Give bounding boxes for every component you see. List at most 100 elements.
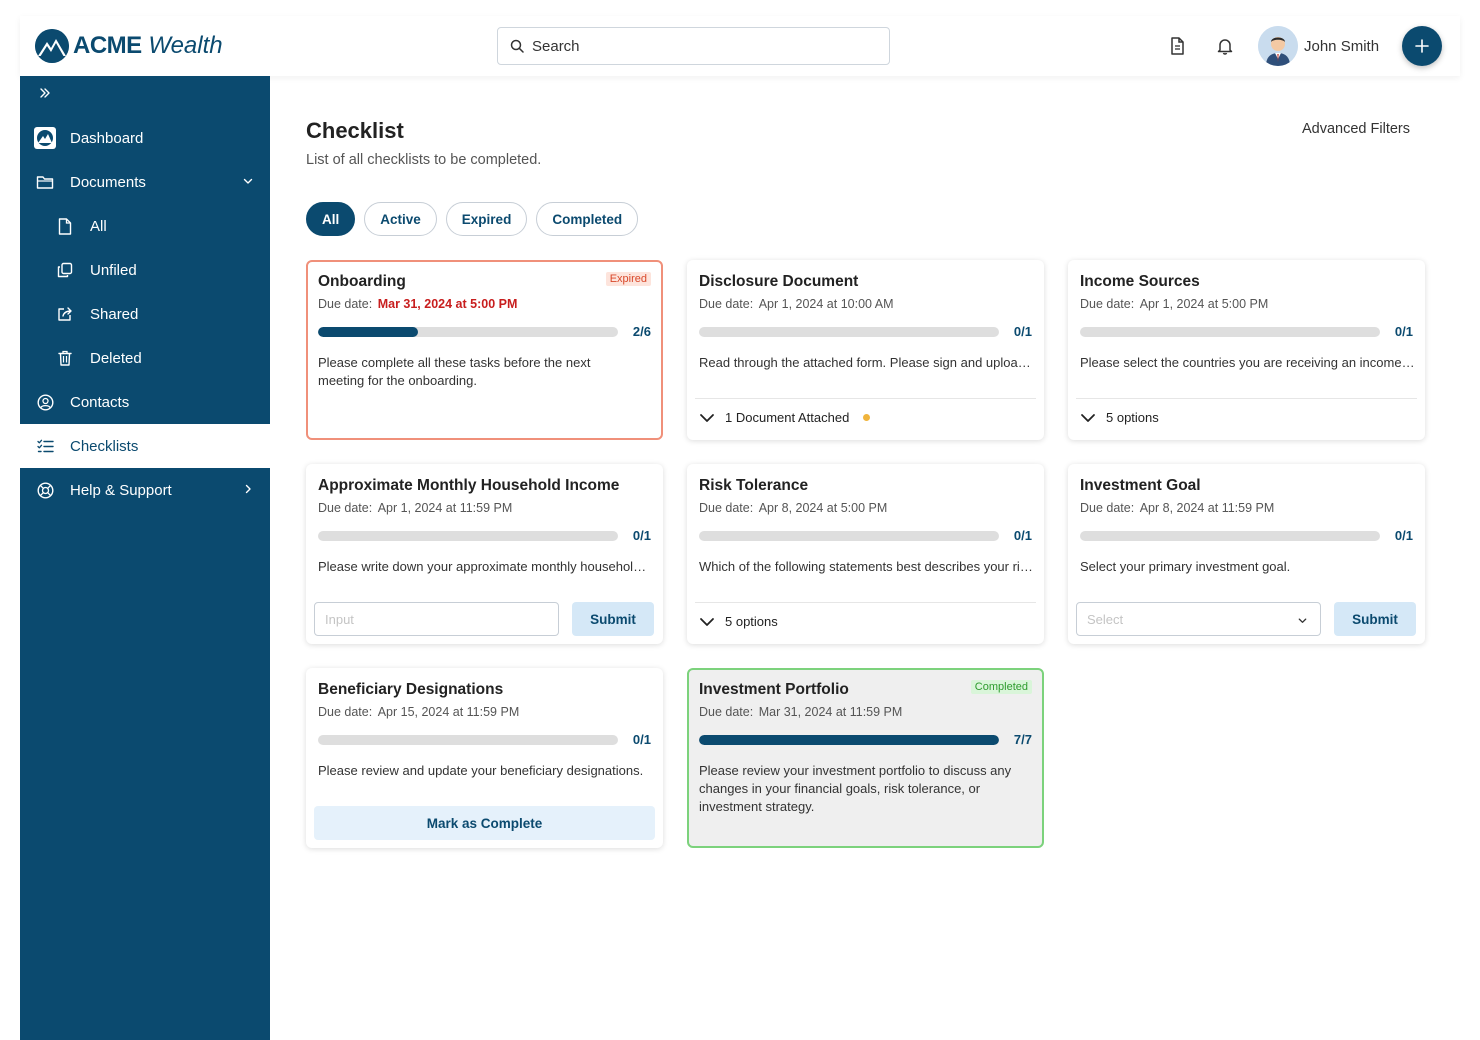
user-menu[interactable]: John Smith bbox=[1258, 26, 1379, 66]
expander-label: 5 options bbox=[725, 614, 778, 629]
tab-active[interactable]: Active bbox=[364, 202, 437, 236]
due-label: Due date: bbox=[699, 297, 754, 311]
chevron-down-icon bbox=[1081, 413, 1095, 422]
card-title: Income Sources bbox=[1080, 273, 1200, 290]
submit-button[interactable]: Submit bbox=[1334, 602, 1416, 636]
user-name: John Smith bbox=[1304, 37, 1380, 55]
progress-count: 0/1 bbox=[632, 732, 651, 747]
sidebar-item-dashboard[interactable]: Dashboard bbox=[20, 116, 270, 160]
status-badge: Expired bbox=[605, 272, 651, 286]
card-title: Investment Goal bbox=[1080, 477, 1201, 494]
card-title: Approximate Monthly Household Income bbox=[318, 477, 620, 494]
card-due-date: Due date: Apr 1, 2024 at 10:00 AM bbox=[699, 297, 894, 311]
due-label: Due date: bbox=[318, 501, 373, 515]
income-input[interactable] bbox=[314, 602, 559, 636]
checklist-card-income-sources[interactable]: Income Sources Due date: Apr 1, 2024 at … bbox=[1068, 260, 1425, 440]
folder-icon bbox=[35, 172, 55, 192]
sidebar-item-checklists[interactable]: Checklists bbox=[20, 424, 270, 468]
progress-bar bbox=[318, 531, 618, 541]
logo[interactable]: ACME Wealth bbox=[35, 29, 223, 63]
progress-count: 0/1 bbox=[1013, 528, 1032, 543]
due-label: Due date: bbox=[1080, 501, 1135, 515]
file-icon bbox=[55, 216, 75, 236]
document-icon[interactable] bbox=[1165, 34, 1189, 58]
sidebar-item-deleted[interactable]: Deleted bbox=[20, 336, 270, 380]
sidebar-item-all[interactable]: All bbox=[20, 204, 270, 248]
sidebar-item-help-support[interactable]: Help & Support bbox=[20, 468, 270, 512]
checklist-card-monthly-income[interactable]: Approximate Monthly Household Income Due… bbox=[306, 464, 663, 644]
checklist-card-investment-goal[interactable]: Investment Goal Due date: Apr 8, 2024 at… bbox=[1068, 464, 1425, 644]
top-header: ACME Wealth Search John Smith bbox=[20, 16, 1460, 76]
avatar bbox=[1258, 26, 1298, 66]
checklist-card-disclosure-document[interactable]: Disclosure Document Due date: Apr 1, 202… bbox=[687, 260, 1044, 440]
card-due-date: Due date: Mar 31, 2024 at 5:00 PM bbox=[318, 297, 517, 311]
sidebar-item-label: Dashboard bbox=[70, 129, 144, 147]
due-label: Due date: bbox=[699, 705, 754, 719]
copy-icon bbox=[55, 260, 75, 280]
sidebar-item-label: Contacts bbox=[70, 393, 130, 411]
card-title: Disclosure Document bbox=[699, 273, 859, 290]
progress-fill bbox=[318, 327, 418, 337]
expander-label: 5 options bbox=[1106, 410, 1159, 425]
card-title: Beneficiary Designations bbox=[318, 681, 504, 698]
card-description: Please review and update your beneficiar… bbox=[318, 763, 644, 778]
chevron-down-icon bbox=[242, 174, 254, 191]
progress-count: 7/7 bbox=[1013, 732, 1032, 747]
sidebar-item-contacts[interactable]: Contacts bbox=[20, 380, 270, 424]
card-description: Please select the countries you are rece… bbox=[1080, 355, 1415, 370]
search-placeholder: Search bbox=[532, 37, 580, 55]
progress-bar bbox=[318, 735, 618, 745]
tab-expired[interactable]: Expired bbox=[445, 202, 528, 236]
card-description: Please complete all these tasks before t… bbox=[318, 355, 591, 388]
divider bbox=[695, 602, 1036, 603]
sidebar-item-label: Shared bbox=[90, 305, 139, 323]
mark-as-complete-button[interactable]: Mark as Complete bbox=[314, 806, 655, 840]
filter-tabs: All Active Expired Completed bbox=[306, 202, 647, 236]
card-description: Read through the attached form. Please s… bbox=[699, 355, 1034, 370]
sidebar-item-shared[interactable]: Shared bbox=[20, 292, 270, 336]
select-placeholder: Select bbox=[1087, 611, 1124, 627]
card-due-date: Due date: Apr 8, 2024 at 11:59 PM bbox=[1080, 501, 1274, 515]
due-label: Due date: bbox=[1080, 297, 1135, 311]
advanced-filters-button[interactable]: Advanced Filters bbox=[1302, 121, 1410, 137]
sidebar: Dashboard Documents All Unfiled Shared D… bbox=[20, 76, 270, 1040]
sidebar-item-label: Deleted bbox=[90, 349, 142, 367]
double-chevron-right-icon bbox=[40, 88, 50, 98]
dashboard-logo-icon bbox=[34, 127, 56, 149]
checklist-card-investment-portfolio[interactable]: Investment Portfolio Completed Due date:… bbox=[687, 668, 1044, 848]
checklist-card-onboarding[interactable]: Onboarding Expired Due date: Mar 31, 202… bbox=[306, 260, 663, 440]
bell-icon[interactable] bbox=[1213, 34, 1237, 58]
add-button[interactable] bbox=[1402, 26, 1442, 66]
progress-bar bbox=[318, 327, 618, 337]
due-value: Apr 1, 2024 at 10:00 AM bbox=[758, 297, 894, 311]
logo-wordmark-italic: Wealth bbox=[148, 32, 223, 59]
due-label: Due date: bbox=[318, 297, 373, 311]
mountain-logo-icon bbox=[35, 29, 69, 63]
page-subtitle: List of all checklists to be completed. bbox=[306, 152, 542, 168]
due-label: Due date: bbox=[699, 501, 754, 515]
progress-count: 0/1 bbox=[1394, 324, 1413, 339]
due-value: Apr 1, 2024 at 5:00 PM bbox=[1139, 297, 1269, 311]
checklist-card-risk-tolerance[interactable]: Risk Tolerance Due date: Apr 8, 2024 at … bbox=[687, 464, 1044, 644]
progress-count: 0/1 bbox=[632, 528, 651, 543]
goal-select[interactable]: Select bbox=[1076, 602, 1321, 636]
tab-all[interactable]: All bbox=[306, 202, 356, 236]
attachment-status-dot bbox=[863, 414, 871, 421]
sidebar-item-unfiled[interactable]: Unfiled bbox=[20, 248, 270, 292]
search-input[interactable]: Search bbox=[497, 27, 890, 65]
sidebar-item-documents[interactable]: Documents bbox=[20, 160, 270, 204]
options-expander[interactable]: 5 options bbox=[1080, 410, 1159, 425]
sidebar-item-label: Checklists bbox=[70, 437, 139, 455]
trash-icon bbox=[55, 348, 75, 368]
chevron-down-icon bbox=[700, 413, 714, 422]
lifebuoy-icon bbox=[35, 480, 55, 500]
submit-button[interactable]: Submit bbox=[572, 602, 654, 636]
options-expander[interactable]: 5 options bbox=[699, 614, 778, 629]
tab-completed[interactable]: Completed bbox=[536, 202, 639, 236]
card-due-date: Due date: Apr 1, 2024 at 5:00 PM bbox=[1080, 297, 1268, 311]
plus-icon bbox=[1415, 39, 1429, 53]
page-title: Checklist bbox=[306, 118, 404, 143]
collapse-sidebar-button[interactable] bbox=[38, 86, 52, 105]
attachments-expander[interactable]: 1 Document Attached bbox=[699, 410, 871, 425]
checklist-card-beneficiary-designations[interactable]: Beneficiary Designations Due date: Apr 1… bbox=[306, 668, 663, 848]
